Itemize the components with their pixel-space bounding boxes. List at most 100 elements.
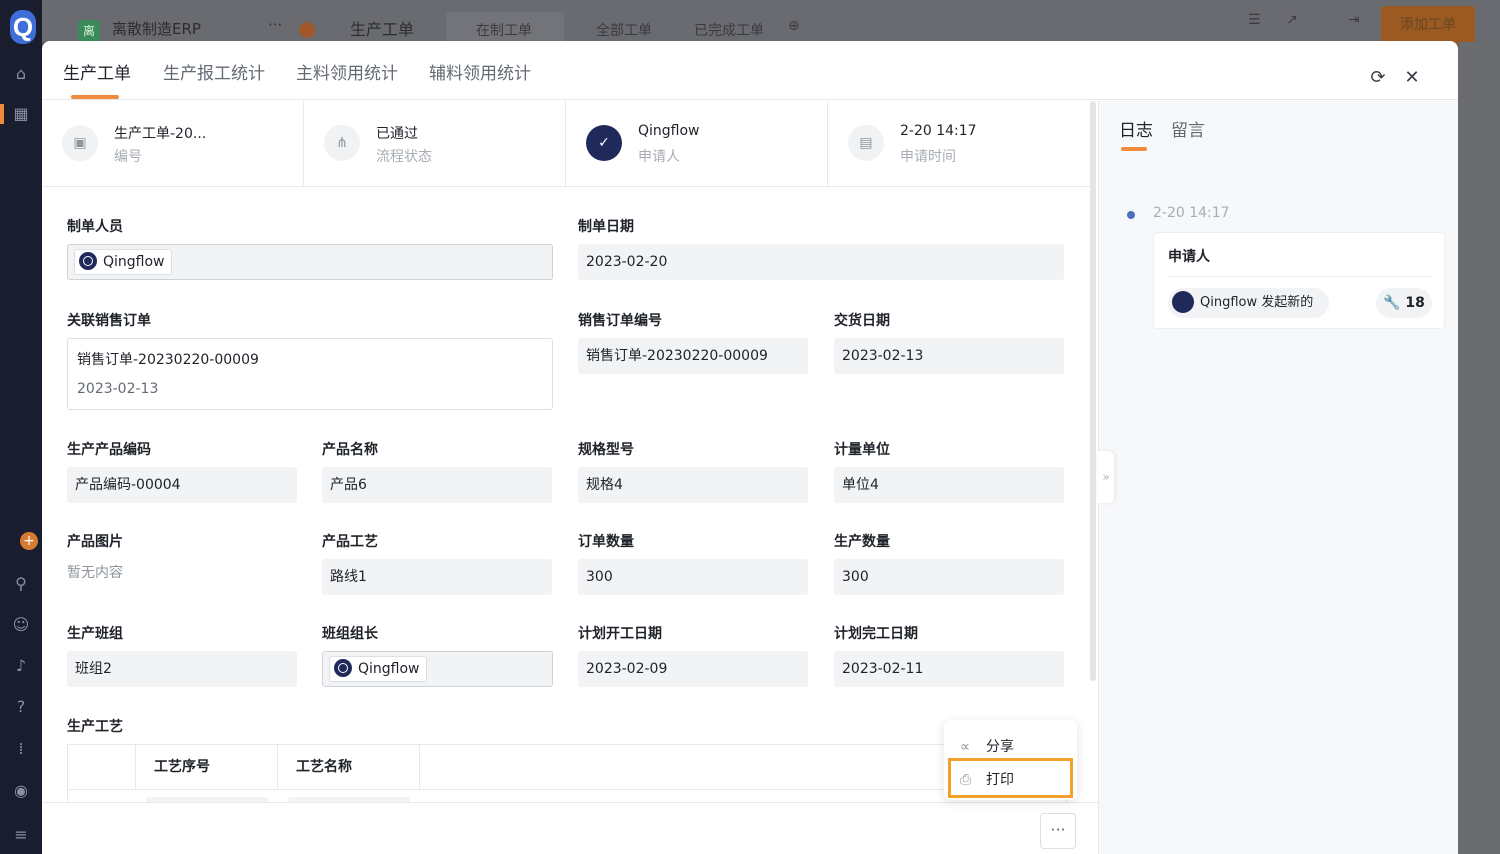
search-icon[interactable]: ⚲ — [11, 574, 31, 594]
more-actions-button[interactable]: ··· — [1040, 813, 1076, 849]
order-qty-field[interactable]: 300 — [578, 559, 808, 595]
refresh-icon[interactable]: ⟳ — [1368, 67, 1388, 88]
active-tab-underline — [1121, 147, 1147, 151]
log-count: 18 — [1405, 295, 1425, 311]
add-view-icon[interactable]: ⊕ — [788, 18, 800, 34]
log-event-text: Qingflow 发起新的 — [1200, 295, 1314, 310]
process-label: 产品工艺 — [322, 534, 378, 550]
sales-order-label: 关联销售订单 — [67, 313, 151, 329]
info-status: ⋔ 已通过 流程状态 — [304, 101, 566, 187]
make-date-label: 制单日期 — [578, 219, 634, 235]
maker-label: 制单人员 — [67, 219, 123, 235]
divider — [1168, 276, 1432, 277]
sales-order-card[interactable]: 销售订单-20230220-00009 2023-02-13 — [67, 338, 553, 410]
tab-aux-material-stats[interactable]: 辅料领用统计 — [429, 59, 531, 84]
sales-order-no-field[interactable]: 销售订单-20230220-00009 — [578, 338, 808, 374]
apps-dots-icon[interactable]: ⁞ — [11, 739, 31, 759]
tab-comments[interactable]: 留言 — [1171, 116, 1205, 141]
info-strip: ▣ 生产工单-20... 编号 ⋔ 已通过 流程状态 ✓ Qingflow 申请… — [42, 101, 1092, 187]
spec-label: 规格型号 — [578, 442, 634, 458]
plan-end-label: 计划完工日期 — [834, 626, 918, 642]
product-code-field[interactable]: 产品编码-00004 — [67, 467, 297, 503]
unit-label: 计量单位 — [834, 442, 890, 458]
tab-all-orders[interactable]: 全部工单 — [596, 20, 652, 40]
tab-main-material-stats[interactable]: 主料领用统计 — [296, 59, 398, 84]
user-chip[interactable]: Qingflow — [74, 249, 172, 275]
product-image-label: 产品图片 — [67, 534, 123, 550]
user-avatar-icon[interactable]: ◉ — [11, 781, 31, 801]
help-icon[interactable]: ? — [11, 697, 31, 717]
tab-in-progress[interactable]: 在制工单 — [476, 20, 532, 40]
team-field[interactable]: 班组2 — [67, 651, 297, 687]
product-name-field[interactable]: 产品6 — [322, 467, 552, 503]
add-icon[interactable]: + — [20, 532, 38, 550]
tab-log[interactable]: 日志 — [1119, 116, 1153, 141]
menu-item-share[interactable]: ∝ 分享 — [960, 736, 1014, 756]
avatar — [334, 659, 352, 677]
plan-start-label: 计划开工日期 — [578, 626, 662, 642]
log-count-badge[interactable]: 🔧 18 — [1376, 288, 1432, 318]
tab-completed[interactable]: 已完成工单 — [694, 20, 764, 40]
plan-start-field[interactable]: 2023-02-09 — [578, 651, 808, 687]
info-applicant-label: 申请人 — [638, 149, 680, 165]
import-icon[interactable]: ⇥ — [1348, 12, 1360, 28]
tab-production-order[interactable]: 生产工单 — [63, 59, 131, 84]
more-icon[interactable]: ··· — [268, 16, 282, 34]
table-index-column — [68, 745, 136, 789]
app-name[interactable]: 离散制造ERP — [112, 18, 201, 39]
app-badge-icon: 离 — [78, 20, 100, 42]
info-time: ▤ 2-20 14:17 申请时间 — [828, 101, 1090, 187]
leader-field[interactable]: Qingflow — [322, 651, 553, 687]
tab-report-stats[interactable]: 生产报工统计 — [163, 59, 265, 84]
print-highlight-box — [948, 758, 1073, 798]
team-label: 生产班组 — [67, 626, 123, 642]
expand-menu-icon[interactable]: ≡ — [11, 825, 31, 845]
prod-qty-field[interactable]: 300 — [834, 559, 1064, 595]
maker-value: Qingflow — [103, 254, 165, 270]
apps-grid-icon[interactable]: ▦ — [11, 104, 31, 124]
calendar-icon: ▤ — [848, 125, 884, 161]
product-code-label: 生产产品编码 — [67, 442, 151, 458]
sales-order-no-label: 销售订单编号 — [578, 313, 662, 329]
app-logo[interactable]: Q — [10, 10, 36, 44]
user-chip[interactable]: Qingflow — [329, 656, 427, 682]
process-field[interactable]: 路线1 — [322, 559, 552, 595]
add-order-button[interactable]: 添加工单 — [1381, 6, 1475, 44]
chart-icon[interactable]: ↗ — [1286, 12, 1298, 28]
id-icon: ▣ — [62, 125, 98, 161]
wrench-icon: 🔧 — [1383, 295, 1401, 311]
sales-order-title: 销售订单-20230220-00009 — [77, 352, 259, 368]
info-time-label: 申请时间 — [900, 149, 956, 165]
avatar: ✓ — [586, 125, 622, 161]
prod-qty-label: 生产数量 — [834, 534, 890, 550]
log-event[interactable]: Qingflow 发起新的 — [1168, 288, 1330, 318]
form-scrollbar[interactable] — [1090, 101, 1096, 681]
top-bar: 离 离散制造ERP ··· 生产工单 在制工单 全部工单 已完成工单 ⊕ ☰ ↗… — [42, 0, 1500, 44]
share-icon: ∝ — [960, 739, 971, 755]
log-card: 申请人 Qingflow 发起新的 🔧 18 — [1153, 232, 1445, 329]
maker-field[interactable]: Qingflow — [67, 244, 553, 280]
spec-field[interactable]: 规格4 — [578, 467, 808, 503]
close-icon[interactable]: ✕ — [1402, 67, 1422, 88]
bell-icon[interactable]: ♪ — [11, 656, 31, 676]
add-app-icon[interactable] — [299, 22, 315, 38]
leader-label: 班组组长 — [322, 626, 378, 642]
list-icon[interactable]: ☰ — [1248, 12, 1261, 28]
plan-end-field[interactable]: 2023-02-11 — [834, 651, 1064, 687]
collapse-pane-icon[interactable]: » — [1098, 451, 1114, 503]
product-image-empty: 暂无内容 — [67, 565, 123, 581]
info-number-value: 生产工单-20... — [114, 126, 207, 142]
unit-field[interactable]: 单位4 — [834, 467, 1064, 503]
background-overlay — [1458, 42, 1500, 854]
section-title[interactable]: 生产工单 — [350, 16, 414, 40]
column-process-seq: 工艺序号 — [136, 745, 278, 789]
info-applicant-value: Qingflow — [638, 123, 700, 139]
process-table-label: 生产工艺 — [67, 719, 123, 735]
product-name-label: 产品名称 — [322, 442, 378, 458]
make-date-field[interactable]: 2023-02-20 — [578, 244, 1064, 280]
info-status-value: 已通过 — [376, 126, 418, 142]
delivery-date-field[interactable]: 2023-02-13 — [834, 338, 1064, 374]
users-icon[interactable]: ☺ — [11, 615, 31, 635]
modal-header: 生产工单 生产报工统计 主料领用统计 辅料领用统计 ⟳ ✕ — [42, 41, 1458, 100]
home-icon[interactable]: ⌂ — [11, 64, 31, 84]
